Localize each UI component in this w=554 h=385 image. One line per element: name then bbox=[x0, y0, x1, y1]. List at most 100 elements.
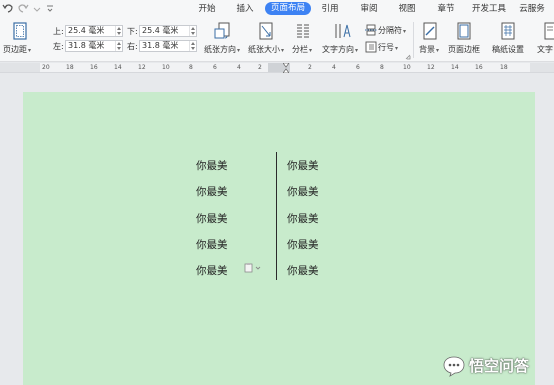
right-column-line[interactable]: 你最美 bbox=[287, 184, 319, 199]
breaks-label: 分隔符 bbox=[378, 26, 402, 35]
paper-size-button[interactable]: 纸张大小▾ bbox=[246, 18, 286, 60]
ruler-margin-right bbox=[530, 63, 554, 72]
margins-button[interactable]: 页边距▾ bbox=[2, 18, 38, 60]
margin-right-field[interactable]: 31.8 毫米 bbox=[139, 40, 197, 52]
margin-left-label: 左: bbox=[53, 42, 64, 51]
chevron-down-icon: ▾ bbox=[436, 47, 440, 54]
ribbon-divider bbox=[413, 22, 414, 58]
ruler-number: 10 bbox=[403, 64, 411, 71]
orientation-button[interactable]: 纸张方向▾ bbox=[202, 18, 242, 60]
spin-arrows-icon[interactable] bbox=[115, 26, 122, 36]
ruler-number: 8 bbox=[189, 64, 193, 71]
spin-arrows-icon[interactable] bbox=[189, 41, 196, 51]
ruler-number: 4 bbox=[237, 64, 241, 71]
horizontal-ruler[interactable]: 20 18 16 14 12 10 8 6 4 2 2 4 6 8 10 12 … bbox=[0, 63, 554, 73]
customize-toolbar-icon[interactable] bbox=[44, 1, 56, 15]
line-numbers-icon bbox=[365, 41, 377, 53]
ruler-number: 20 bbox=[42, 64, 50, 71]
margin-bottom-field[interactable]: 25.4 毫米 bbox=[139, 25, 197, 37]
chevron-down-icon: ▾ bbox=[309, 47, 313, 54]
chevron-down-icon: ▾ bbox=[355, 47, 359, 54]
paper-size-icon bbox=[259, 22, 273, 40]
breaks-button[interactable]: 分隔符▾ bbox=[365, 23, 411, 37]
margin-right-value: 31.8 毫米 bbox=[142, 41, 179, 50]
margin-left-field[interactable]: 31.8 毫米 bbox=[65, 40, 123, 52]
ruler-number: 12 bbox=[427, 64, 435, 71]
watermark-text: 悟空问答 bbox=[469, 357, 530, 375]
ruler-number: 12 bbox=[138, 64, 146, 71]
line-numbers-label: 行号 bbox=[378, 43, 394, 52]
ruler-number: 16 bbox=[475, 64, 483, 71]
page-border-icon bbox=[457, 22, 471, 40]
ruler-number: 2 bbox=[258, 64, 262, 71]
watermark: 悟空问答 bbox=[439, 353, 554, 381]
dialog-launcher-icon[interactable] bbox=[405, 54, 411, 60]
tab-page-layout[interactable]: 页面布局 bbox=[264, 2, 312, 15]
tab-review[interactable]: 审阅 bbox=[360, 3, 377, 15]
speech-bubble-logo-icon bbox=[443, 356, 465, 377]
ruler-number: 8 bbox=[380, 64, 384, 71]
ruler-number: 6 bbox=[356, 64, 360, 71]
spin-arrows-icon[interactable] bbox=[115, 41, 122, 51]
page-setup-label: 稿纸设置 bbox=[492, 45, 524, 54]
right-column-line[interactable]: 你最美 bbox=[287, 158, 319, 173]
text-direction-label: 文字方向 bbox=[322, 45, 354, 54]
left-column-line[interactable]: 你最美 bbox=[196, 158, 228, 173]
left-column-line[interactable]: 你最美 bbox=[196, 237, 228, 252]
chevron-down-icon: ▾ bbox=[395, 45, 399, 52]
columns-button[interactable]: 分栏▾ bbox=[290, 18, 318, 60]
indent-marker-icon[interactable] bbox=[283, 63, 289, 73]
redo-icon[interactable] bbox=[17, 1, 29, 15]
spin-arrows-icon[interactable] bbox=[189, 26, 196, 36]
ruler-number: 2 bbox=[308, 64, 312, 71]
left-column-line[interactable]: 你最美 bbox=[196, 263, 228, 278]
margins-icon bbox=[13, 22, 27, 40]
tab-references[interactable]: 引用 bbox=[321, 3, 338, 15]
tab-home[interactable]: 开始 bbox=[198, 3, 215, 15]
menu-bar: 开始 插入 页面布局 引用 审阅 视图 章节 开发工具 云服务 bbox=[0, 0, 554, 18]
page-border-label: 页面边框 bbox=[448, 45, 480, 54]
margin-right-label: 右: bbox=[127, 42, 138, 51]
text-box-icon bbox=[544, 22, 554, 40]
orientation-label: 纸张方向 bbox=[204, 45, 236, 54]
tab-cloud-service[interactable]: 云服务 bbox=[519, 3, 545, 15]
ruler-number: 18 bbox=[66, 64, 74, 71]
ruler-number: 14 bbox=[114, 64, 122, 71]
right-column-line[interactable]: 你最美 bbox=[287, 263, 319, 278]
page-border-button[interactable]: 页面边框 bbox=[446, 18, 482, 60]
paste-options-icon[interactable] bbox=[244, 263, 262, 273]
line-numbers-button[interactable]: 行号▾ bbox=[365, 40, 405, 54]
text-direction-icon bbox=[335, 24, 351, 38]
ruler-number: 14 bbox=[451, 64, 459, 71]
redo-dropdown-icon[interactable] bbox=[31, 1, 43, 15]
document-page[interactable]: 你最美 你最美 你最美 你最美 你最美 你最美 你最美 你最美 你最美 你最美 bbox=[23, 92, 535, 385]
document-area[interactable]: 你最美 你最美 你最美 你最美 你最美 你最美 你最美 你最美 你最美 你最美 bbox=[0, 74, 554, 385]
right-column-line[interactable]: 你最美 bbox=[287, 237, 319, 252]
page-setup-button[interactable]: 稿纸设置 bbox=[488, 18, 528, 60]
paper-size-label: 纸张大小 bbox=[248, 45, 280, 54]
overflow-button[interactable]: 文字 bbox=[534, 18, 554, 60]
manuscript-grid-icon bbox=[501, 22, 515, 40]
column-divider-line bbox=[276, 152, 277, 280]
right-column-line[interactable]: 你最美 bbox=[287, 211, 319, 226]
columns-label: 分栏 bbox=[292, 45, 308, 54]
tab-developer[interactable]: 开发工具 bbox=[472, 3, 506, 15]
columns-icon bbox=[297, 24, 309, 38]
ruler-number: 6 bbox=[213, 64, 217, 71]
overflow-label: 文字 bbox=[537, 45, 553, 54]
page-orientation-icon bbox=[214, 22, 230, 39]
margin-top-field[interactable]: 25.4 毫米 bbox=[65, 25, 123, 37]
tab-insert[interactable]: 插入 bbox=[236, 3, 253, 15]
background-button[interactable]: 背景▾ bbox=[416, 18, 444, 60]
left-column-line[interactable]: 你最美 bbox=[196, 184, 228, 199]
tab-sections[interactable]: 章节 bbox=[437, 3, 454, 15]
undo-icon[interactable] bbox=[2, 1, 14, 15]
margins-label: 页边距 bbox=[3, 45, 27, 54]
left-column-line[interactable]: 你最美 bbox=[196, 211, 228, 226]
text-direction-button[interactable]: 文字方向▾ bbox=[322, 18, 362, 60]
tab-view[interactable]: 视图 bbox=[398, 3, 415, 15]
chevron-down-icon: ▾ bbox=[403, 28, 407, 35]
margin-bottom-value: 25.4 毫米 bbox=[142, 26, 179, 35]
margin-left-value: 31.8 毫米 bbox=[68, 41, 105, 50]
ruler-number: 18 bbox=[500, 64, 508, 71]
